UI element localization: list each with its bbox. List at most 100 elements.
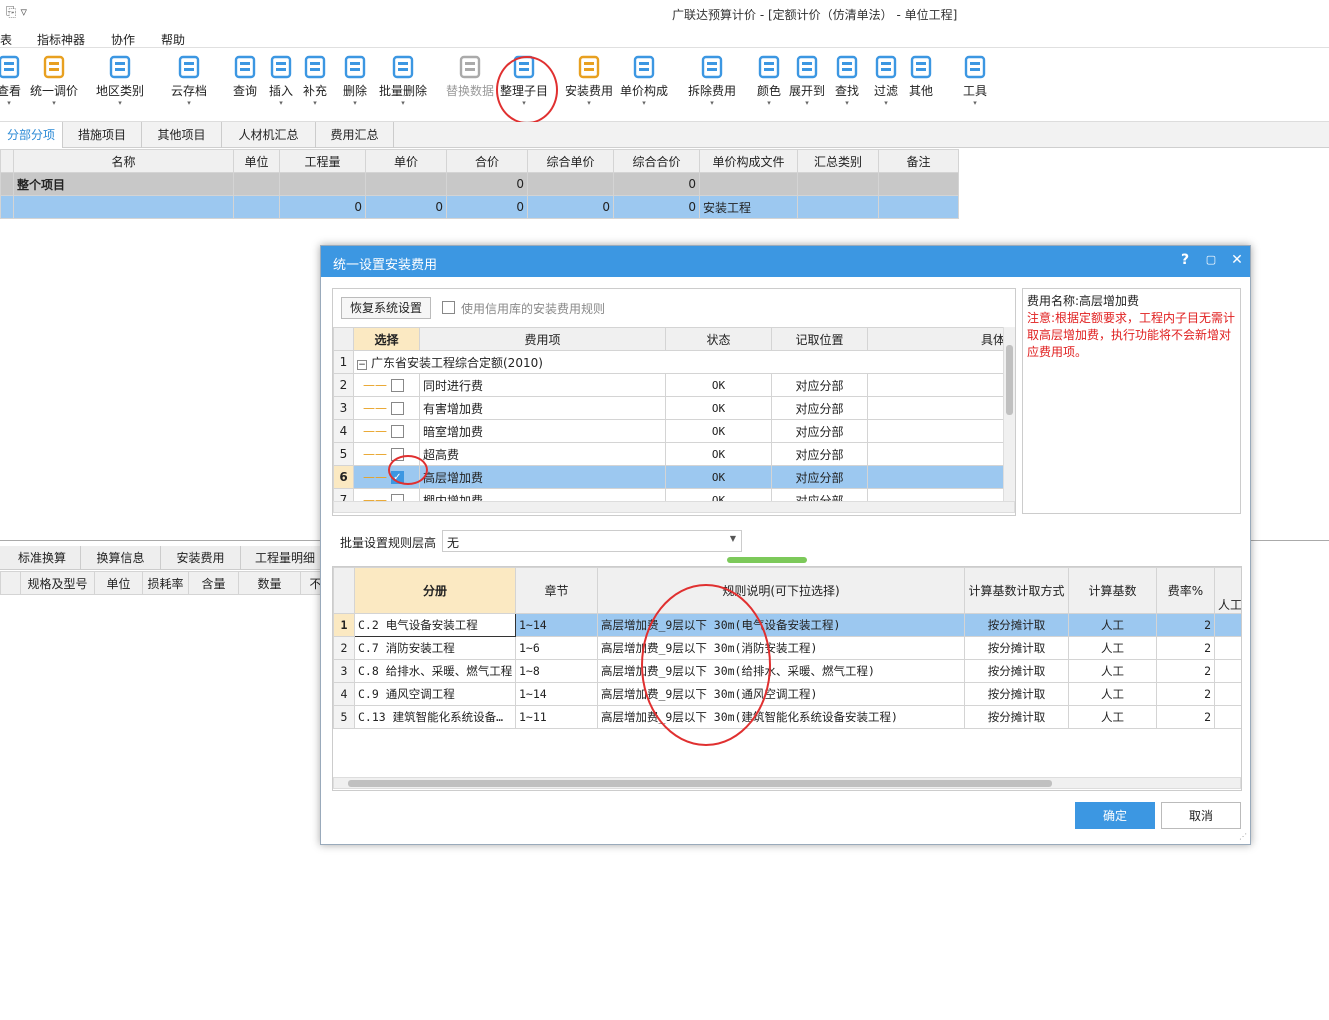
fee-status[interactable]: OK <box>665 465 772 489</box>
rules-hscroll[interactable] <box>333 777 1241 789</box>
toolbar-button[interactable]: 拆除费用 ▾ <box>687 54 737 116</box>
cancel-button[interactable]: 取消 <box>1161 802 1241 829</box>
col-header[interactable]: 规则说明(可下拉选择) <box>597 567 965 614</box>
fee-row[interactable]: 7 —— 棚内增加费 OK 对应分部 <box>333 488 1003 501</box>
rule-row[interactable]: 2 C.7 消防安装工程 1~6 高层增加费_9层以下 30m(消防安装工程) 按分摊计… <box>333 636 1241 660</box>
toolbar-button[interactable]: 展开到 ▾ <box>788 54 826 116</box>
rule-volume[interactable]: C.13 建筑智能化系统设备… <box>354 705 516 729</box>
fee-select-cell[interactable]: —— <box>353 419 420 443</box>
fee-position[interactable]: 对应分部 <box>771 373 868 397</box>
toolbar-button[interactable]: 查找 ▾ <box>834 54 860 116</box>
col-header[interactable]: 规格及型号 <box>20 571 95 595</box>
cell[interactable]: 0 <box>279 195 366 219</box>
cell[interactable] <box>365 172 447 196</box>
col-header[interactable]: 数量 <box>238 571 301 595</box>
cell[interactable]: 安装工程 <box>699 195 798 219</box>
col-header[interactable]: 章节 <box>515 567 598 614</box>
cell[interactable]: 0 <box>446 172 528 196</box>
cell[interactable] <box>878 172 959 196</box>
fee-status[interactable]: OK <box>665 396 772 420</box>
cell[interactable]: 0 <box>446 195 528 219</box>
rule-rate[interactable]: 2 <box>1156 636 1215 660</box>
rule-base-mode[interactable]: 按分摊计取 <box>964 613 1069 637</box>
toolbar-button[interactable]: 批量删除 ▾ <box>378 54 428 116</box>
toolbar-button[interactable]: 插入 ▾ <box>268 54 294 116</box>
col-header[interactable]: 单价构成文件 <box>699 149 798 173</box>
cell[interactable] <box>233 172 280 196</box>
maximize-icon[interactable]: ▢ <box>1203 253 1219 266</box>
fee-status[interactable]: OK <box>665 373 772 397</box>
menu-item-index[interactable]: 指标神器 <box>37 31 85 48</box>
fee-name[interactable]: 同时进行费 <box>419 373 666 397</box>
rule-base-mode[interactable]: 按分摊计取 <box>964 659 1069 683</box>
toolbar-button[interactable]: 查看 ▾ <box>0 54 24 116</box>
toolbar-button[interactable]: 地区类别 ▾ <box>95 54 145 116</box>
cell[interactable]: 0 <box>527 195 614 219</box>
rule-row[interactable]: 5 C.13 建筑智能化系统设备… 1~11 高层增加费_9层以下 30m(建筑智能化… <box>333 705 1241 729</box>
fee-detail[interactable] <box>867 419 1003 443</box>
collapse-icon[interactable]: − <box>357 359 367 370</box>
col-header[interactable]: 状态 <box>665 327 772 351</box>
cell[interactable] <box>797 172 879 196</box>
rule-row[interactable]: 4 C.9 通风空调工程 1~14 高层增加费_9层以下 30m(通风空调工程) 按分摊… <box>333 682 1241 706</box>
close-icon[interactable]: ✕ <box>1229 252 1245 268</box>
use-credit-checkbox[interactable] <box>442 300 455 314</box>
toolbar-button[interactable]: 其他 <box>908 54 934 116</box>
splitter-handle[interactable] <box>727 557 807 563</box>
rule-volume[interactable]: C.8 给排水、采暖、燃气工程 <box>354 659 516 683</box>
rule-rate[interactable]: 2 <box>1156 659 1215 683</box>
cell[interactable] <box>279 172 366 196</box>
fee-checkbox[interactable] <box>390 494 404 501</box>
col-header[interactable]: 含量 <box>188 571 239 595</box>
fee-row[interactable]: 5 —— 超高费 OK 对应分部 <box>333 442 1003 466</box>
cell[interactable]: 0 <box>613 195 700 219</box>
app-menu-icon[interactable]: ⎘ ▿ <box>6 5 27 20</box>
rule-row[interactable]: 3 C.8 给排水、采暖、燃气工程 1~8 高层增加费_9层以下 30m(给排水、采暖… <box>333 659 1241 683</box>
fee-detail[interactable] <box>867 465 1003 489</box>
resize-grip-icon[interactable]: ⋰ <box>1239 832 1247 841</box>
ok-button[interactable]: 确定 <box>1075 802 1155 829</box>
rule-chapter[interactable]: 1~11 <box>515 705 598 729</box>
rule-labor[interactable] <box>1214 636 1241 660</box>
cell[interactable] <box>797 195 879 219</box>
fee-row[interactable]: 3 —— 有害增加费 OK 对应分部 <box>333 396 1003 420</box>
menu-item-collab[interactable]: 协作 <box>111 31 135 48</box>
cell[interactable] <box>233 195 280 219</box>
rule-chapter[interactable]: 1~14 <box>515 613 598 637</box>
col-header[interactable]: 合价 <box>446 149 528 173</box>
toolbar-button[interactable]: 安装费用 ▾ <box>563 54 615 116</box>
col-header[interactable]: 记取位置 <box>771 327 868 351</box>
fee-group-cell[interactable]: − 广东省安装工程综合定额(2010) <box>353 350 1003 374</box>
menu-item-table[interactable]: 表 <box>0 31 12 48</box>
fee-position[interactable]: 对应分部 <box>771 442 868 466</box>
rule-volume[interactable]: C.7 消防安装工程 <box>354 636 516 660</box>
toolbar-button[interactable]: 统一调价 ▾ <box>28 54 80 116</box>
fee-name[interactable]: 有害增加费 <box>419 396 666 420</box>
rule-rate[interactable]: 2 <box>1156 682 1215 706</box>
tab-qty-detail[interactable]: 工程量明细 <box>241 546 330 570</box>
rule-base[interactable]: 人工 <box>1068 705 1157 729</box>
col-header[interactable]: 费率% <box>1156 567 1215 614</box>
fee-checkbox[interactable] <box>390 425 404 438</box>
rule-labor[interactable] <box>1214 705 1241 729</box>
fee-detail[interactable] <box>867 442 1003 466</box>
table-row[interactable]: 0 0 0 0 0 安装工程 <box>0 195 959 219</box>
rule-base[interactable]: 人工 <box>1068 659 1157 683</box>
fee-hscroll[interactable] <box>333 501 1015 513</box>
col-header[interactable]: 单位 <box>233 149 280 173</box>
table-row[interactable]: 整个项目 0 0 <box>0 172 959 196</box>
col-header[interactable]: 计算基数 <box>1068 567 1157 614</box>
fee-name[interactable]: 高层增加费 <box>419 465 666 489</box>
col-header[interactable]: 备注 <box>878 149 959 173</box>
fee-position[interactable]: 对应分部 <box>771 419 868 443</box>
cell[interactable]: 整个项目 <box>13 172 234 196</box>
help-icon[interactable]: ? <box>1177 252 1193 268</box>
rule-volume[interactable]: C.9 通风空调工程 <box>354 682 516 706</box>
col-header[interactable]: 人工 <box>1214 567 1241 614</box>
fee-position[interactable]: 对应分部 <box>771 488 868 501</box>
fee-select-cell[interactable]: —— <box>353 396 420 420</box>
rule-labor[interactable] <box>1214 659 1241 683</box>
cell[interactable] <box>699 172 798 196</box>
tab-install-fee[interactable]: 安装费用 <box>161 546 241 570</box>
fee-row[interactable]: 6 —— ✓ 高层增加费 OK 对应分部 <box>333 465 1003 489</box>
